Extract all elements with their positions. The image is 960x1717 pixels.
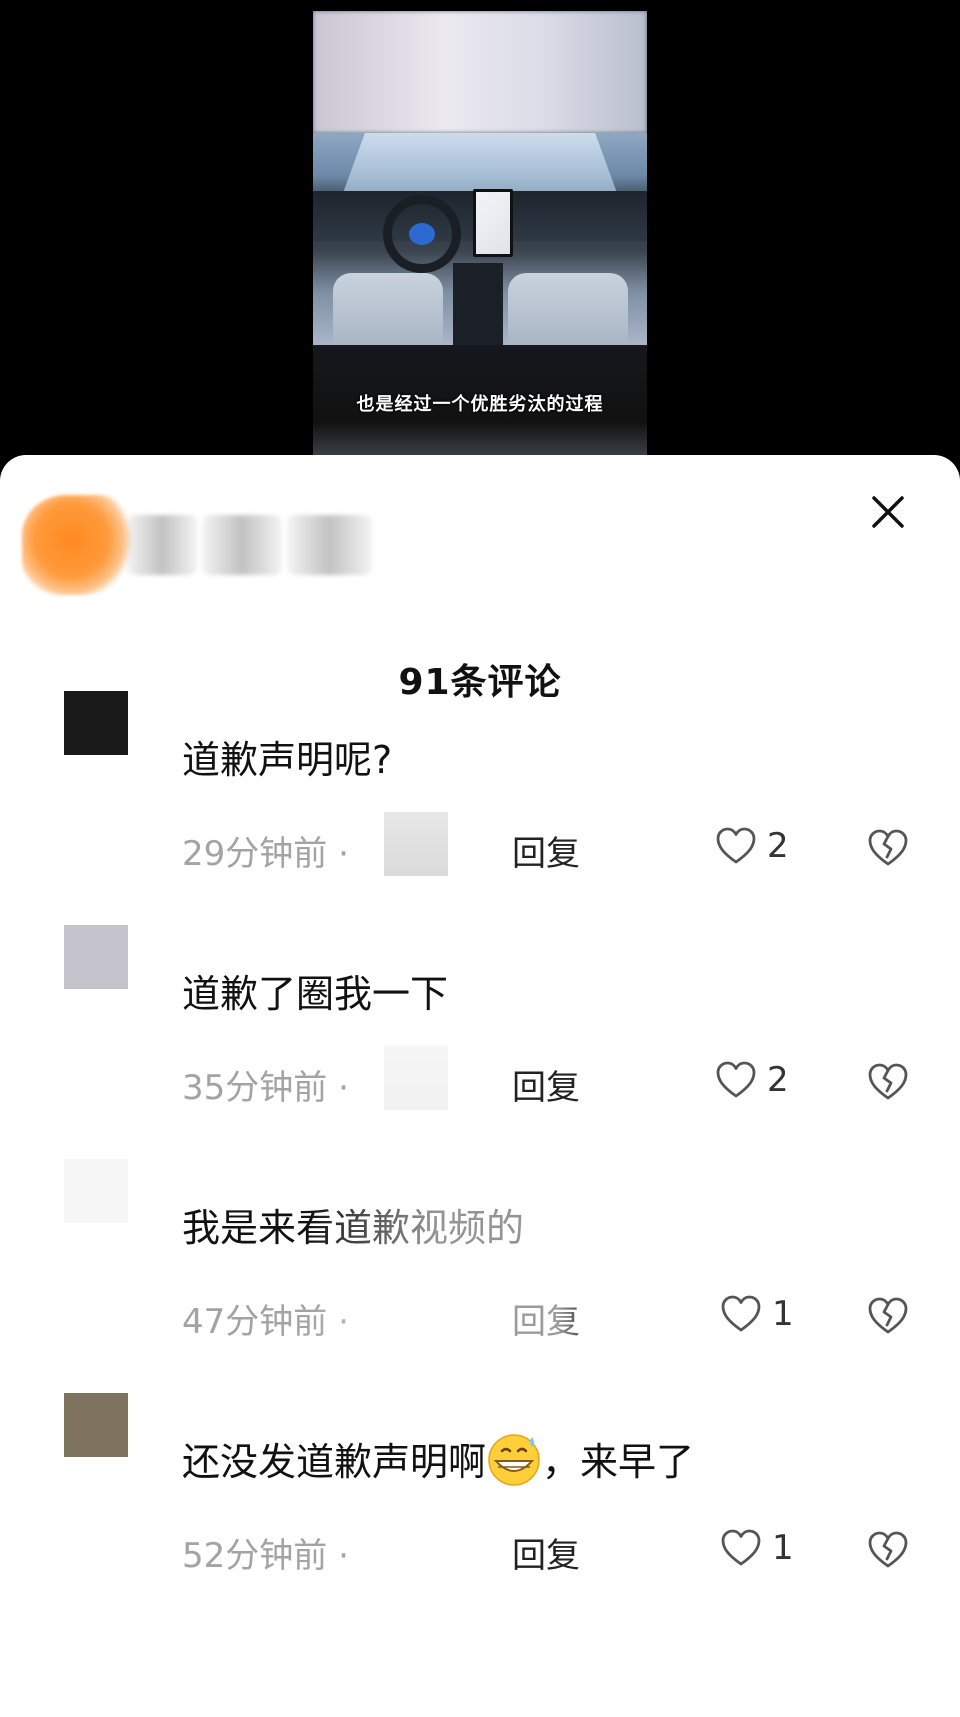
comment-item: 我是来看道歉视频的 47分钟前 · 回复 1 [0, 1159, 960, 1389]
reply-button[interactable]: 回复 [512, 826, 580, 875]
broken-heart-icon [868, 1531, 908, 1568]
heart-icon [716, 1061, 756, 1098]
comment-text-part: 还没发道歉声明啊 [182, 1440, 487, 1484]
center-console [453, 263, 503, 345]
heart-icon [716, 827, 756, 864]
redacted-location [384, 1046, 448, 1110]
seat-right [508, 273, 628, 345]
grinning-sweat-emoji [488, 1434, 540, 1486]
redacted-user-header [22, 495, 372, 595]
like-button[interactable]: 1 [720, 1528, 794, 1568]
redacted-text [287, 515, 372, 575]
comment-item: 道歉声明呢? 29分钟前 · 回复 2 [0, 691, 960, 921]
comment-meta: 35分钟前 · 回复 2 [182, 1046, 942, 1110]
video-frame-car-interior [313, 133, 647, 345]
close-icon [872, 496, 904, 528]
like-button[interactable]: 1 [720, 1294, 794, 1334]
like-count: 1 [772, 1294, 794, 1334]
comment-time: 52分钟前 · [182, 1536, 349, 1576]
comment-item: 道歉了圈我一下 35分钟前 · 回复 2 [0, 925, 960, 1155]
dislike-button[interactable] [866, 1062, 910, 1102]
dislike-button[interactable] [866, 1530, 910, 1570]
redacted-location [384, 812, 448, 876]
redaction-fade [0, 1159, 960, 1389]
dislike-button[interactable] [866, 828, 910, 868]
avatar[interactable] [64, 925, 128, 989]
like-button[interactable]: 2 [715, 1060, 789, 1100]
comment-sheet: 91条评论 道歉声明呢? 29分钟前 · 回复 2 道歉了圈我一下 35分钟前 … [0, 455, 960, 1717]
like-count: 2 [767, 1060, 789, 1100]
heart-icon [721, 1295, 761, 1332]
comment-text[interactable]: 还没发道歉声明啊 ，来早了 [182, 1431, 694, 1487]
comment-text-part: ，来早了 [542, 1440, 695, 1484]
reply-button[interactable]: 回复 [512, 1294, 580, 1343]
redacted-avatar [22, 495, 132, 595]
windshield [343, 133, 617, 193]
blurred-video-region [313, 11, 647, 133]
broken-heart-icon [868, 1297, 908, 1334]
broken-heart-icon [868, 1063, 908, 1100]
close-button[interactable] [868, 492, 908, 532]
comment-item: 还没发道歉声明啊 ，来早了 52分钟前 · 回复 1 [0, 1393, 960, 1623]
comment-meta: 29分钟前 · 回复 2 [182, 812, 942, 876]
dislike-button[interactable] [866, 1296, 910, 1336]
video-caption: 也是经过一个优胜劣汰的过程 [356, 394, 604, 415]
comment-time: 29分钟前 · [182, 834, 349, 874]
steering-wheel-hub [409, 223, 435, 245]
like-button[interactable]: 2 [715, 826, 789, 866]
avatar[interactable] [64, 1159, 128, 1223]
center-screen [473, 189, 513, 257]
broken-heart-icon [868, 829, 908, 866]
like-count: 2 [767, 826, 789, 866]
redacted-text [202, 515, 282, 575]
seat-left [333, 273, 443, 345]
reply-button[interactable]: 回复 [512, 1528, 580, 1577]
reply-button[interactable]: 回复 [512, 1060, 580, 1109]
comment-meta: 47分钟前 · 回复 1 [182, 1294, 942, 1344]
comment-time: 47分钟前 · [182, 1302, 349, 1342]
comment-meta: 52分钟前 · 回复 1 [182, 1528, 942, 1578]
like-count: 1 [772, 1528, 794, 1568]
avatar[interactable] [64, 691, 128, 755]
heart-icon [721, 1529, 761, 1566]
comment-text[interactable]: 我是来看道歉视频的 [182, 1197, 524, 1252]
comment-text[interactable]: 道歉声明呢? [182, 729, 392, 784]
video-player[interactable]: 也是经过一个优胜劣汰的过程 [313, 11, 647, 455]
redacted-text [127, 515, 197, 575]
avatar[interactable] [64, 1393, 128, 1457]
comment-time: 35分钟前 · [182, 1068, 349, 1108]
comment-text[interactable]: 道歉了圈我一下 [182, 963, 448, 1018]
